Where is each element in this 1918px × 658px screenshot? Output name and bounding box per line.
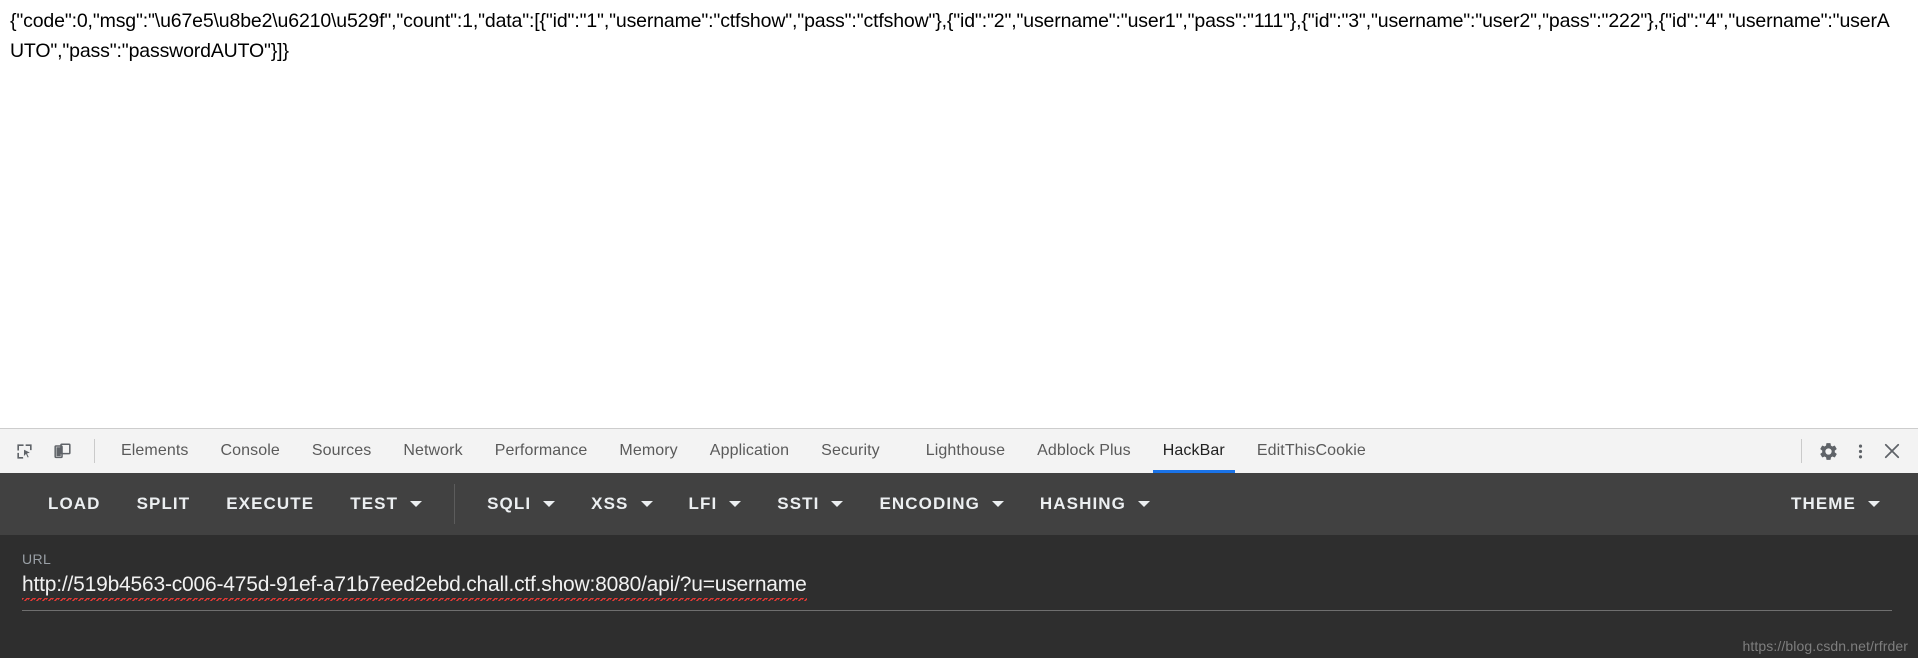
- button-label: LFI: [688, 494, 718, 513]
- button-label: HASHING: [1039, 494, 1126, 513]
- more-options-icon[interactable]: [1846, 437, 1874, 465]
- tab-label: Elements: [121, 442, 189, 459]
- action-divider: [1801, 439, 1802, 463]
- hackbar-sqli-menu[interactable]: SQLI: [469, 483, 573, 525]
- chevron-down-icon: [410, 501, 423, 507]
- tab-label: Console: [220, 442, 280, 459]
- tab-label: Lighthouse: [925, 442, 1006, 459]
- tab-label: HackBar: [1162, 442, 1225, 459]
- url-input[interactable]: http://519b4563-c006-475d-91ef-a71b7eed2…: [22, 573, 807, 601]
- button-label: SQLI: [487, 494, 532, 513]
- hackbar-toolbar-divider: [454, 484, 456, 524]
- hackbar-ssti-menu[interactable]: SSTI: [759, 483, 861, 525]
- watermark-text: https://blog.csdn.net/rfrder: [1742, 638, 1908, 654]
- tab-label: EditThisCookie: [1256, 442, 1366, 459]
- tab-security[interactable]: Security: [805, 429, 896, 473]
- tab-editthiscookie[interactable]: EditThisCookie: [1241, 429, 1382, 473]
- tab-sources[interactable]: Sources: [296, 429, 387, 473]
- tab-memory[interactable]: Memory: [603, 429, 693, 473]
- tab-label: Application: [709, 442, 790, 459]
- tab-performance[interactable]: Performance: [479, 429, 604, 473]
- tab-label: Security: [821, 442, 880, 459]
- button-label: LOAD: [48, 494, 101, 513]
- hackbar-load-button[interactable]: LOAD: [30, 483, 119, 525]
- chevron-down-icon: [1138, 501, 1150, 507]
- chevron-down-icon: [543, 501, 556, 507]
- tab-application[interactable]: Application: [694, 429, 805, 473]
- chevron-down-icon: [729, 501, 742, 507]
- toolbar-divider: [94, 439, 95, 463]
- chevron-down-icon: [991, 501, 1004, 507]
- button-label: EXECUTE: [226, 494, 315, 513]
- url-input-wrapper[interactable]: http://519b4563-c006-475d-91ef-a71b7eed2…: [22, 573, 1892, 611]
- json-response-body: {"code":0,"msg":"\u67e5\u8be2\u6210\u529…: [10, 10, 1890, 62]
- button-label: ENCODING: [879, 494, 980, 513]
- tab-hackbar[interactable]: HackBar: [1147, 429, 1241, 473]
- devtools-tab-list: Elements Console Sources Network Perform…: [105, 429, 1797, 473]
- button-label: SPLIT: [136, 494, 191, 513]
- hackbar-split-button[interactable]: SPLIT: [119, 483, 209, 525]
- tab-label: Sources: [311, 442, 372, 459]
- browser-page-viewport: {"code":0,"msg":"\u67e5\u8be2\u6210\u529…: [0, 0, 1918, 428]
- tab-network[interactable]: Network: [387, 429, 478, 473]
- chevron-down-icon: [640, 501, 653, 507]
- inspect-element-icon[interactable]: [10, 437, 38, 465]
- chevron-down-icon: [1868, 501, 1880, 507]
- hackbar-execute-button[interactable]: EXECUTE: [208, 483, 332, 525]
- chevron-down-icon: [831, 501, 844, 507]
- button-label: XSS: [591, 494, 629, 513]
- hackbar-encoding-menu[interactable]: ENCODING: [861, 483, 1021, 525]
- hackbar-theme-menu[interactable]: THEME: [1773, 483, 1898, 525]
- url-field-label: URL: [22, 551, 52, 567]
- tab-console[interactable]: Console: [205, 429, 296, 473]
- devtools-tabbar: Elements Console Sources Network Perform…: [0, 428, 1918, 473]
- tab-adblock-plus[interactable]: Adblock Plus: [1021, 429, 1147, 473]
- button-label: SSTI: [777, 494, 820, 513]
- button-label: THEME: [1791, 494, 1856, 513]
- hackbar-lfi-menu[interactable]: LFI: [671, 483, 760, 525]
- devtools-panel: Elements Console Sources Network Perform…: [0, 428, 1918, 658]
- device-toolbar-icon[interactable]: [48, 437, 76, 465]
- button-label: TEST: [350, 494, 399, 513]
- settings-gear-icon[interactable]: [1814, 437, 1842, 465]
- hackbar-xss-menu[interactable]: XSS: [573, 483, 670, 525]
- tab-label: Performance: [494, 442, 588, 459]
- devtools-tool-icons: [0, 429, 105, 473]
- devtools-action-icons: [1797, 429, 1918, 473]
- close-devtools-icon[interactable]: [1878, 437, 1906, 465]
- hackbar-panel-body: URL http://519b4563-c006-475d-91ef-a71b7…: [0, 535, 1918, 658]
- tab-label: Memory: [619, 442, 678, 459]
- tab-label: Adblock Plus: [1037, 442, 1131, 459]
- hackbar-toolbar: LOAD SPLIT EXECUTE TEST SQLI XSS LFI SST…: [0, 473, 1918, 535]
- tab-elements[interactable]: Elements: [105, 429, 205, 473]
- tab-lighthouse[interactable]: Lighthouse: [910, 429, 1021, 473]
- hackbar-test-menu[interactable]: TEST: [332, 483, 440, 525]
- hackbar-hashing-menu[interactable]: HASHING: [1022, 483, 1168, 525]
- tab-label: Network: [403, 442, 463, 459]
